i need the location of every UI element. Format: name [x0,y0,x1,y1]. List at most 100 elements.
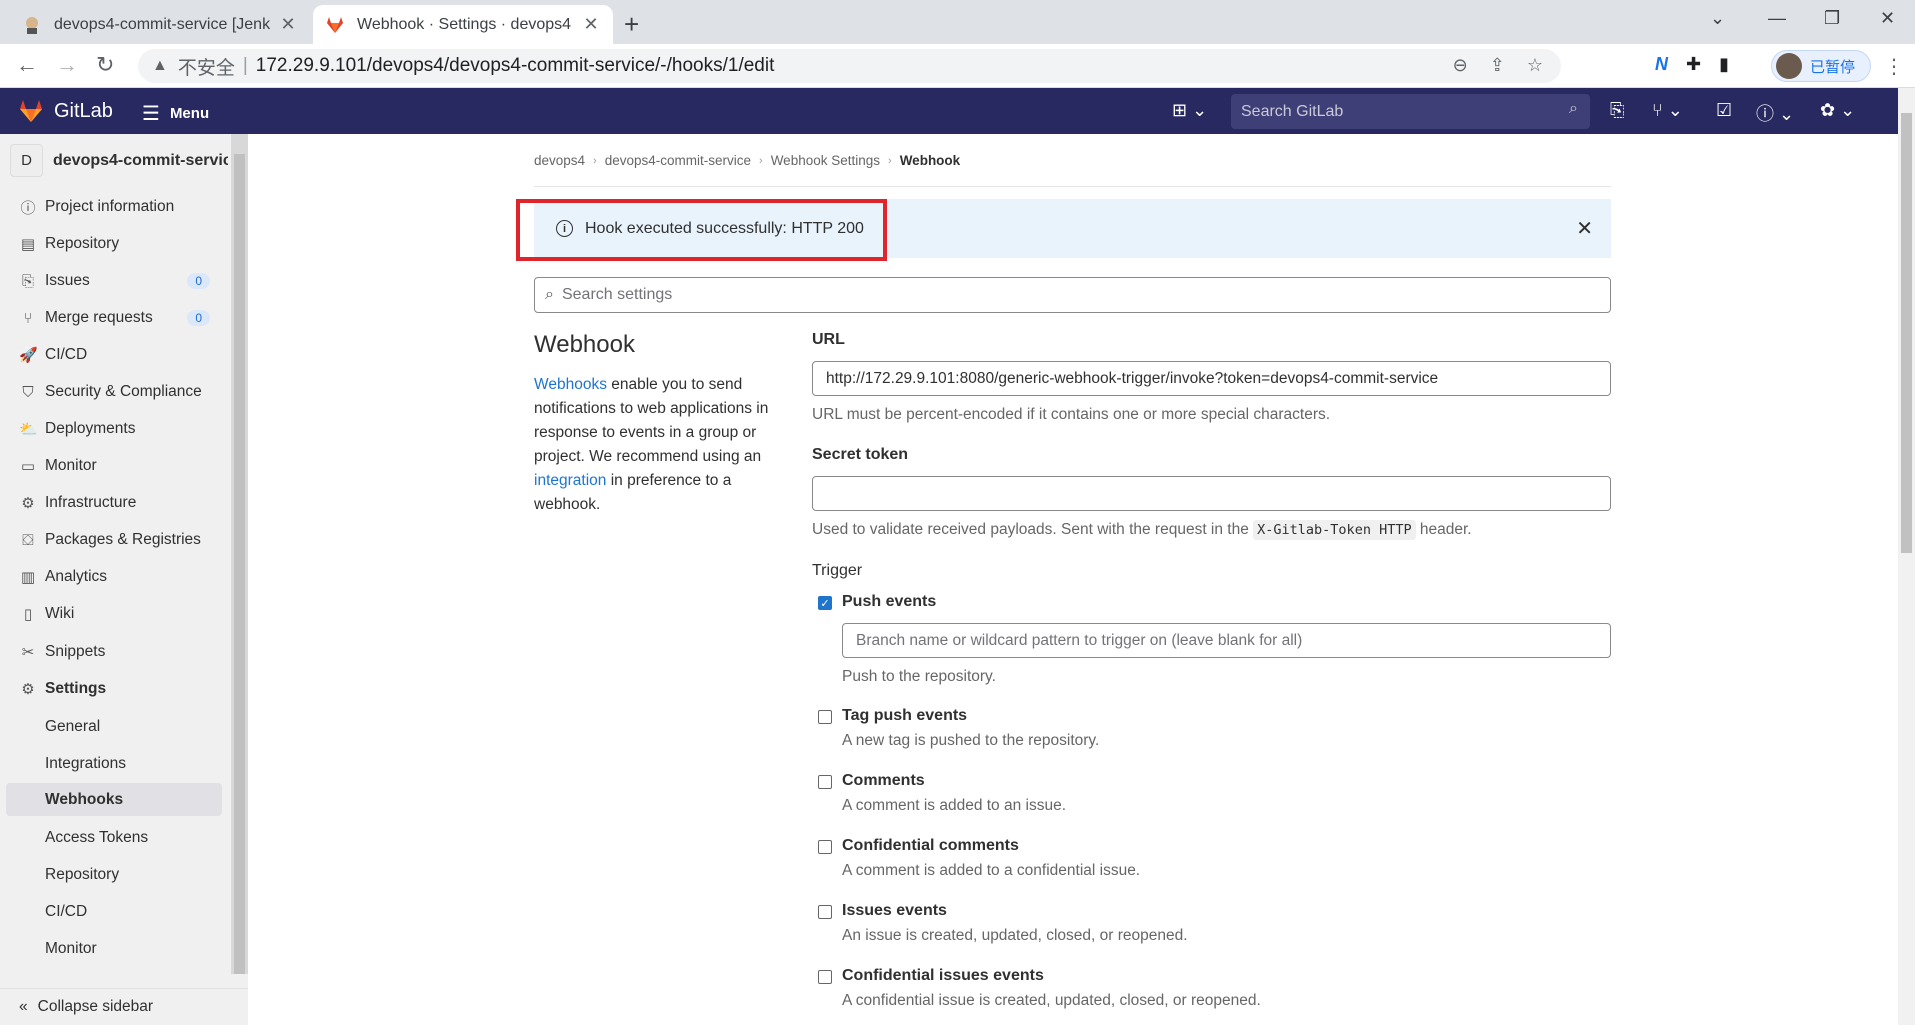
breadcrumb-link[interactable]: Webhook Settings [771,153,880,168]
address-separator: | [242,55,248,76]
sidebar-subitem-integrations[interactable]: Integrations [6,747,222,780]
sidebar-item-project-information[interactable]: ⓘ Project information [0,191,222,223]
branch-filter-input[interactable]: Branch name or wildcard pattern to trigg… [842,623,1611,658]
page-title: Webhook [534,331,635,358]
sidebar-scrollbar[interactable] [231,134,248,974]
merge-requests-header-icon[interactable]: ⑂ ⌄ [1652,100,1683,121]
sidebar-item-deployments[interactable]: ⛅ Deployments [0,413,222,445]
chevron-right-icon: › [593,154,597,167]
project-avatar: D [10,144,43,177]
collapse-sidebar-button[interactable]: « Collapse sidebar [0,988,248,1025]
webhooks-docs-link[interactable]: Webhooks [534,376,607,393]
comments-checkbox[interactable] [818,775,832,789]
sidebar-subitem-webhooks[interactable]: Webhooks [6,783,222,816]
side-panel-icon[interactable]: ▮ [1719,54,1729,75]
breadcrumb-link[interactable]: devops4 [534,153,585,168]
todo-icon[interactable]: ☑ [1716,100,1732,121]
extension-n-icon[interactable]: N [1655,54,1668,75]
push-events-checkbox[interactable]: ✓ [818,596,832,610]
sidebar-item-wiki[interactable]: ▯ Wiki [0,598,222,630]
zoom-icon[interactable]: ⊖ [1453,55,1468,76]
tag-push-events-label: Tag push events [842,707,968,724]
issues-events-checkbox[interactable] [818,905,832,919]
close-icon[interactable]: ✕ [278,14,298,35]
tag-push-events-checkbox[interactable] [818,710,832,724]
sidebar-item-issues[interactable]: ⎘ Issues 0 [0,265,222,297]
url-input[interactable]: http://172.29.9.101:8080/generic-webhook… [812,361,1611,396]
help-icon[interactable]: ⓘ ⌄ [1756,100,1794,126]
sidebar-item-analytics[interactable]: ▥ Analytics [0,561,222,593]
merge-requests-count-badge: 0 [187,310,210,326]
new-tab-icon[interactable]: + [624,9,639,40]
confidential-issues-events-label: Confidential issues events [842,967,1044,984]
gitlab-search-input[interactable]: Search GitLab ⌕ [1231,94,1590,129]
sidebar-item-label: Repository [45,235,120,252]
more-menu-icon[interactable]: ⋮ [1884,54,1904,79]
confidential-issues-events-checkbox[interactable] [818,970,832,984]
warning-icon: ▲ [152,57,168,74]
sidebar-project-link[interactable]: D devops4-commit-service [10,144,228,177]
share-icon[interactable]: ⇪ [1490,55,1505,76]
close-icon[interactable]: ✕ [581,14,601,35]
project-sidebar: D devops4-commit-service ⓘ Project infor… [0,134,248,1025]
sidebar-subitem-monitor[interactable]: Monitor [6,932,222,965]
menu-button[interactable]: ☰ Menu [142,101,209,126]
address-bar[interactable]: ▲ 不安全 | 172.29.9.101/devops4/devops4-com… [138,49,1561,83]
sidebar-subitem-cicd[interactable]: CI/CD [6,895,222,928]
issues-count-badge: 0 [187,273,210,289]
puzzle-icon[interactable]: ✚ [1686,54,1701,75]
comments-help: A comment is added to an issue. [842,797,1067,814]
sidebar-item-packages[interactable]: ⛋ Packages & Registries [0,524,222,556]
breadcrumb-current[interactable]: Webhook [900,153,961,168]
browser-tab-jenkins[interactable]: devops4-commit-service [Jenk ✕ [10,5,310,44]
issues-events-label: Issues events [842,902,947,919]
window-close-icon[interactable]: ✕ [1880,8,1895,29]
forward-icon[interactable]: → [56,52,78,78]
sidebar-item-cicd[interactable]: 🚀 CI/CD [0,339,222,371]
sidebar-item-security[interactable]: ⛉ Security & Compliance [0,376,222,408]
sidebar-subitem-general[interactable]: General [6,710,222,743]
profile-button[interactable]: 已暂停 [1771,50,1871,82]
sidebar-scrollbar-thumb[interactable] [234,154,245,974]
confidential-comments-checkbox[interactable] [818,840,832,854]
tab-title: devops4-commit-service [Jenk [54,15,271,33]
sidebar-subitem-label: Repository [45,865,120,883]
push-events-label: Push events [842,593,937,610]
user-avatar-icon[interactable]: ✿ ⌄ [1820,100,1855,121]
tab-search-icon[interactable]: ⌄ [1710,8,1725,29]
back-icon[interactable]: ← [16,52,38,78]
sidebar-item-snippets[interactable]: ✂ Snippets [0,636,222,668]
sidebar-item-repository[interactable]: ▤ Repository [0,228,222,260]
sidebar-item-infrastructure[interactable]: ⚙ Infrastructure [0,487,222,519]
minimize-icon[interactable]: — [1768,8,1786,29]
sidebar-item-merge-requests[interactable]: ⑂ Merge requests 0 [0,302,222,334]
gear-icon: ⚙ [21,681,35,698]
help-text: header. [1415,521,1472,538]
integration-link[interactable]: integration [534,472,606,489]
create-new-icon[interactable]: ⊞ ⌄ [1172,100,1207,121]
restore-icon[interactable]: ❐ [1824,8,1840,29]
sidebar-item-settings[interactable]: ⚙ Settings [0,673,222,705]
reload-icon[interactable]: ↻ [96,52,114,78]
sidebar-item-label: Deployments [45,420,136,437]
secret-token-label: Secret token [812,446,909,463]
page-scrollbar-thumb[interactable] [1901,113,1912,553]
search-settings-input[interactable]: ⌕ Search settings [534,277,1611,313]
gitlab-logo[interactable]: GitLab [18,98,113,124]
page-scrollbar[interactable] [1898,88,1915,1025]
url-help-text: URL must be percent-encoded if it contai… [812,406,1331,423]
search-icon: ⌕ [545,286,554,303]
confidential-comments-help: A comment is added to a confidential iss… [842,862,1141,879]
sidebar-subitem-repository[interactable]: Repository [6,858,222,891]
shield-icon: ⛉ [22,383,34,401]
sidebar-subitem-access-tokens[interactable]: Access Tokens [6,821,222,854]
browser-tab-webhook[interactable]: Webhook · Settings · devops4 ✕ [313,5,613,44]
sidebar-item-label: Settings [45,680,107,697]
dismiss-alert-icon[interactable]: ✕ [1576,216,1593,241]
sidebar-item-monitor[interactable]: ▭ Monitor [0,450,222,482]
breadcrumb-link[interactable]: devops4-commit-service [605,153,751,168]
issues-header-icon[interactable]: ⎘ [1610,100,1624,121]
secret-token-input[interactable] [812,476,1611,511]
bookmark-star-icon[interactable]: ☆ [1527,55,1543,76]
url-value: http://172.29.9.101:8080/generic-webhook… [826,369,1439,387]
